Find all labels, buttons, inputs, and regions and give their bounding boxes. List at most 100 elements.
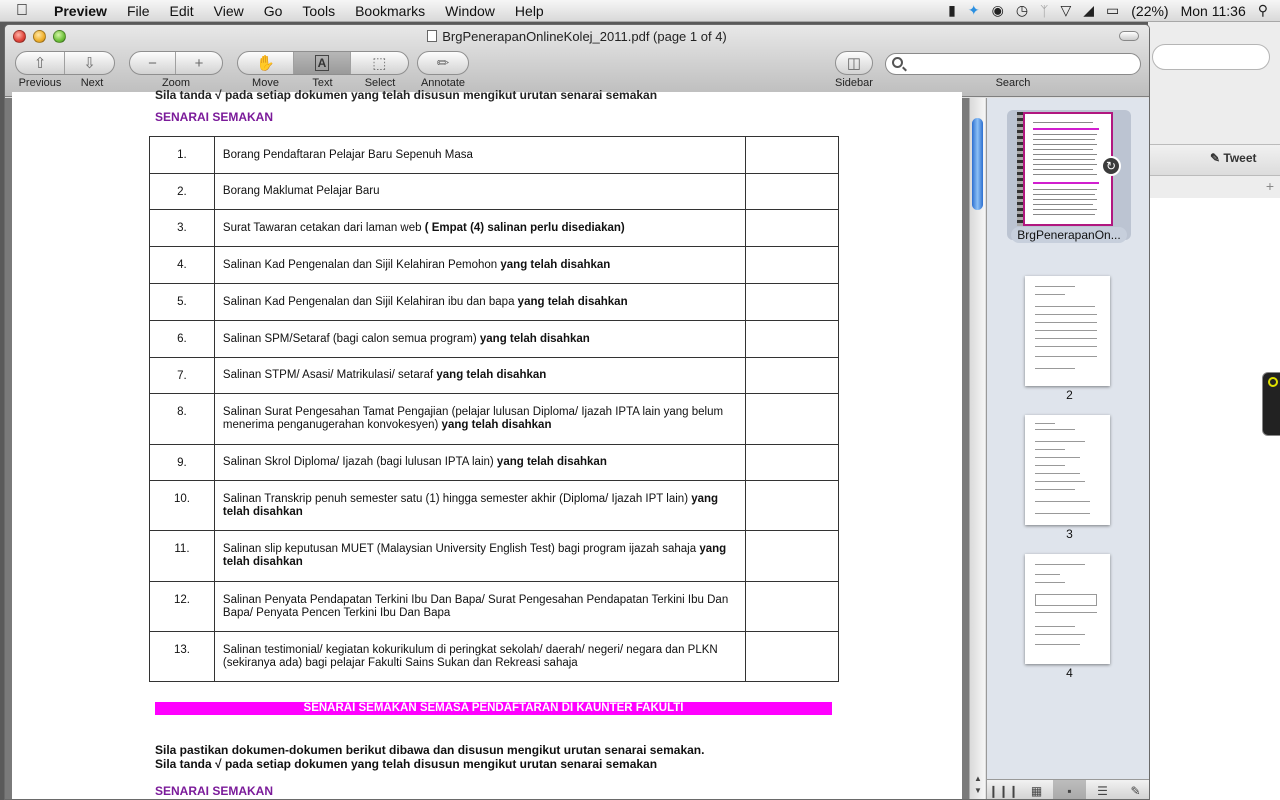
annotate-button[interactable]: ✏ <box>418 52 468 74</box>
annotations-list-button[interactable]: ✎ <box>1119 780 1149 800</box>
checklist-row: 10. Salinan Transkrip penuh semester satu… <box>149 480 839 531</box>
widget-ring-icon <box>1268 377 1278 387</box>
checklist-row-description: Surat Tawaran cetakan dari laman web ( E… <box>213 209 747 247</box>
apple-menu-icon[interactable]:  <box>0 2 44 20</box>
search-input[interactable] <box>908 56 1133 72</box>
zoom-in-button[interactable]: + <box>176 52 222 74</box>
background-toolbar: ✎ Tweet <box>1148 144 1280 176</box>
thumbnail-label-2: 2 <box>1066 388 1073 402</box>
thumbnail-label-4: 4 <box>1066 666 1073 680</box>
checklist-row-number: 12. <box>149 581 215 632</box>
sidebar-control: ◫ <box>835 51 873 75</box>
search-field[interactable] <box>885 53 1141 75</box>
checklist-row-number: 2. <box>149 173 215 210</box>
battery-icon[interactable]: ▭ <box>1106 2 1119 19</box>
background-app-window: ✎ Tweet + <box>1148 22 1280 800</box>
table-of-contents-button[interactable]: ☰ <box>1086 780 1119 800</box>
volume-icon[interactable]: ◢ <box>1083 2 1094 19</box>
menu-app-preview[interactable]: Preview <box>44 0 117 22</box>
faculty-counter-banner: SENARAI SEMAKAN SEMASA PENDAFTARAN DI KA… <box>155 702 832 715</box>
spotlight-search-icon[interactable]: ⚲ <box>1258 2 1268 19</box>
checklist-tick-box <box>745 631 839 682</box>
select-tool-button[interactable]: ⬚ <box>351 52 408 74</box>
thumbnail-label-3: 3 <box>1066 527 1073 541</box>
checklist-row: 13. Salinan testimonial/ kegiatan kokurik… <box>149 631 839 682</box>
checklist-tick-box <box>745 209 839 247</box>
rotate-icon[interactable]: ↻ <box>1101 156 1121 176</box>
document-view[interactable]: Sila tanda √ pada setiap dokumen yang te… <box>5 88 986 799</box>
sidebar-toggle-button[interactable]: ◫ <box>836 52 872 74</box>
checklist-row-description: Salinan Penyata Pendapatan Terkini Ibu D… <box>213 581 747 632</box>
move-tool-button[interactable]: ✋ <box>238 52 295 74</box>
checklist-row: 2. Borang Maklumat Pelajar Baru <box>149 173 839 210</box>
checklist-row-emphasis: yang telah disahkan <box>436 369 547 381</box>
checklist-row-number: 10. <box>149 480 215 531</box>
checklist-row-description: Salinan slip keputusan MUET (Malaysian U… <box>213 530 747 582</box>
menu-file[interactable]: File <box>117 0 160 22</box>
checklist-row-text: Salinan STPM/ Asasi/ Matrikulasi/ setara… <box>222 369 437 381</box>
text-tool-button[interactable]: A <box>294 52 351 74</box>
checklist-row-emphasis: yang telah disahkan <box>500 258 611 271</box>
wifi-icon[interactable]: ▽ <box>1060 2 1071 19</box>
menu-go[interactable]: Go <box>254 0 293 22</box>
thumbnail-page-4[interactable] <box>1025 554 1110 664</box>
checklist-tick-box <box>745 393 839 445</box>
checklist-row-emphasis: yang telah disahkan <box>441 419 552 431</box>
checklist-row-text: Salinan testimonial/ kegiatan kokurikulu… <box>222 644 718 669</box>
checklist-row-text: Salinan SPM/Setaraf (bagi calon semua pr… <box>222 332 480 345</box>
checklist-row-description: Salinan Transkrip penuh semester satu (1… <box>213 480 747 531</box>
side-widget-handle[interactable] <box>1262 372 1280 436</box>
checklist-row: 6. Salinan SPM/Setaraf (bagi calon semua … <box>149 320 839 358</box>
twitter-bird-icon[interactable]: ✦ <box>968 2 980 19</box>
menu-tools[interactable]: Tools <box>292 0 345 22</box>
time-machine-icon[interactable]: ◷ <box>1016 2 1028 19</box>
checklist-row-number: 9. <box>149 444 215 481</box>
scroll-arrows-icon[interactable]: ▲ ▼ <box>970 773 986 797</box>
checklist-row-text: Surat Tawaran cetakan dari laman web <box>222 221 425 234</box>
menu-help[interactable]: Help <box>505 0 554 22</box>
checklist-row-number: 4. <box>149 246 215 284</box>
flashlight-icon[interactable]: ▮ <box>948 2 956 19</box>
menu-bookmarks[interactable]: Bookmarks <box>345 0 435 22</box>
checklist-row-number: 8. <box>149 393 215 445</box>
checklist-table: 1. Borang Pendaftaran Pelajar Baru Sepenu… <box>149 136 839 682</box>
contact-sheet-view-button[interactable]: ▦ <box>1020 780 1053 800</box>
checklist-row: 8. Salinan Surat Pengesahan Tamat Pengaji… <box>149 393 839 445</box>
checklist-row: 4. Salinan Kad Pengenalan dan Sijil Kelah… <box>149 246 839 284</box>
thumbnail-resize-handle-icon[interactable]: ❙❙❙ <box>987 780 1020 800</box>
add-tab-icon[interactable]: + <box>1266 178 1274 194</box>
document-scroll-thumb[interactable] <box>972 118 983 210</box>
checklist-row-description: Borang Maklumat Pelajar Baru <box>213 173 747 210</box>
checklist-row-number: 5. <box>149 283 215 321</box>
text-cursor-icon: A <box>314 55 330 71</box>
checklist-tick-box <box>745 320 839 358</box>
next-button[interactable]: ⇩ <box>65 52 114 74</box>
checklist-row-description: Borang Pendaftaran Pelajar Baru Sepenuh … <box>213 136 747 174</box>
previous-label: Previous <box>18 77 62 89</box>
search-icon <box>892 57 903 68</box>
background-url-field[interactable] <box>1152 44 1270 70</box>
checklist-tick-box <box>745 136 839 174</box>
previous-button[interactable]: ⇧ <box>16 52 66 74</box>
eye-monitor-icon[interactable]: ◉ <box>992 2 1004 19</box>
sidebar-icon: ◫ <box>846 55 862 72</box>
checklist-row-text: Salinan Transkrip penuh semester satu (1… <box>222 493 692 505</box>
document-scrollbar[interactable]: ▲ ▼ <box>969 98 986 799</box>
thumbnail-view-button[interactable]: ▪ <box>1053 779 1086 799</box>
thumbnail-page-2[interactable] <box>1025 276 1110 386</box>
zoom-out-button[interactable]: − <box>130 52 177 74</box>
pencil-icon: ✏ <box>436 55 450 72</box>
checklist-row: 5. Salinan Kad Pengenalan dan Sijil Kelah… <box>149 283 839 321</box>
checklist-row-text: Salinan Skrol Diploma/ Ijazah (bagi lulu… <box>222 456 497 468</box>
menu-view[interactable]: View <box>204 0 254 22</box>
menu-edit[interactable]: Edit <box>160 0 204 22</box>
menu-window[interactable]: Window <box>435 0 505 22</box>
bluetooth-icon[interactable]: ᛉ <box>1040 3 1048 19</box>
battery-percent[interactable]: (22%) <box>1131 3 1168 19</box>
thumbnail-page-3[interactable] <box>1025 415 1110 525</box>
tweet-button[interactable]: ✎ Tweet <box>1210 151 1257 165</box>
toolbar-toggle-button[interactable] <box>1119 31 1139 41</box>
checklist-row-text: Salinan Kad Pengenalan dan Sijil Kelahir… <box>222 295 518 308</box>
menu-clock[interactable]: Mon 11:36 <box>1181 3 1246 19</box>
checklist-row-emphasis: yang telah disahkan <box>496 456 607 468</box>
